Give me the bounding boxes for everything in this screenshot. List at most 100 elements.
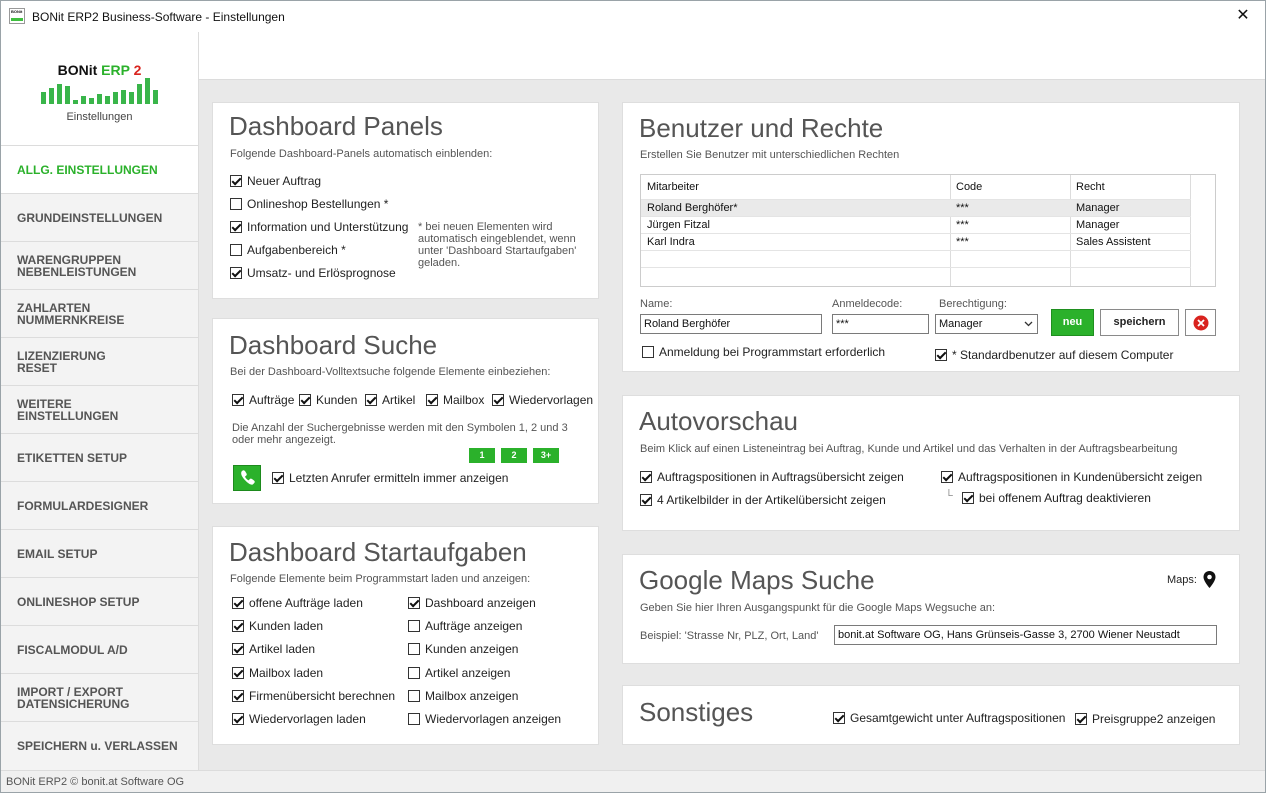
search-option-2-label: Artikel [382,393,416,407]
sidebar-item-1[interactable]: GRUNDEINSTELLUNGEN [1,193,198,241]
sidebar-item-0[interactable]: ALLG. EINSTELLUNGEN [1,145,198,193]
column-header[interactable]: Code [956,181,982,193]
panel-option-0[interactable]: Neuer Auftrag [230,174,321,188]
start-show-option-2[interactable]: Kunden anzeigen [408,642,518,656]
check-icon [230,244,242,256]
new-user-button[interactable]: neu [1051,309,1094,336]
start-load-option-0[interactable]: offene Aufträge laden [232,596,363,610]
sidebar-item-11[interactable]: IMPORT / EXPORT DATENSICHERUNG [1,673,198,721]
misc-option-1[interactable]: Preisgruppe2 anzeigen [1075,712,1215,726]
search-option-4[interactable]: Wiedervorlagen [492,393,593,407]
start-show-option-0[interactable]: Dashboard anzeigen [408,596,536,610]
panel-option-1[interactable]: Onlineshop Bestellungen * [230,197,388,211]
search-option-2[interactable]: Artikel [365,393,415,407]
column-header[interactable]: Recht [1076,181,1105,193]
login-required-checkbox[interactable]: Anmeldung bei Programmstart erforderlich [642,345,885,359]
sidebar-item-10[interactable]: FISCALMODUL A/D [1,625,198,673]
start-show-option-5[interactable]: Wiedervorlagen anzeigen [408,712,561,726]
start-show-option-4-label: Mailbox anzeigen [425,688,519,703]
role-select[interactable]: Manager [935,314,1038,334]
sidebar-item-7[interactable]: FORMULARDESIGNER [1,481,198,529]
close-icon[interactable]: ✕ [1221,1,1265,32]
search-option-0[interactable]: Aufträge [232,393,294,407]
logo-bar [145,78,150,104]
check-icon [230,267,242,279]
table-cell[interactable]: Sales Assistent [1076,236,1151,248]
search-option-1[interactable]: Kunden [299,393,357,407]
logo-bar [49,88,54,104]
map-pin-icon[interactable] [1203,571,1216,588]
check-icon [1075,713,1087,725]
sidebar-item-5[interactable]: WEITERE EINSTELLUNGEN [1,385,198,433]
table-cell[interactable]: Jürgen Fitzal [647,219,710,231]
logo-bar [137,84,142,104]
main-content: Dashboard Panels Folgende Dashboard-Pane… [199,80,1265,770]
grid-line [950,175,951,286]
start-show-option-3[interactable]: Artikel anzeigen [408,666,510,680]
start-load-option-2[interactable]: Artikel laden [232,642,315,656]
caller-checkbox[interactable]: Letzten Anrufer ermitteln immer anzeigen [272,471,508,485]
start-load-option-1[interactable]: Kunden laden [232,619,323,633]
preview-option-0[interactable]: Auftragspositionen in Auftragsübersicht … [640,470,904,484]
column-header[interactable]: Mitarbeiter [647,181,699,193]
table-cell[interactable]: Karl Indra [647,236,695,248]
preview-option-2[interactable]: Auftragspositionen in Kundenübersicht ze… [941,470,1202,484]
code-input[interactable]: *** [832,314,929,334]
sidebar-item-12[interactable]: SPEICHERN u. VERLASSEN [1,721,198,769]
save-user-button[interactable]: speichern [1100,309,1179,336]
name-input[interactable]: Roland Berghöfer [640,314,822,334]
login-required-label: Anmeldung bei Programmstart erforderlich [659,345,886,359]
start-load-option-1-label: Kunden laden [249,619,324,634]
chevron-down-icon [1024,321,1033,327]
table-cell[interactable]: *** [956,236,969,248]
panel-option-4[interactable]: Umsatz- und Erlösprognose [230,266,396,280]
search-option-3-label: Mailbox [443,393,485,407]
sidebar-item-9[interactable]: ONLINESHOP SETUP [1,577,198,625]
check-icon [492,394,504,406]
sidebar-item-8[interactable]: EMAIL SETUP [1,529,198,577]
sidebar-item-4[interactable]: LIZENZIERUNG RESET [1,337,198,385]
sidebar-item-3[interactable]: ZAHLARTEN NUMMERNKREISE [1,289,198,337]
panel-title: Google Maps Suche [639,565,875,595]
tree-connector: └ [945,490,953,502]
logo-erp: ERP [101,62,130,78]
table-cell[interactable]: Roland Berghöfer* [647,202,738,214]
start-show-option-4[interactable]: Mailbox anzeigen [408,689,518,703]
sidebar-item-6[interactable]: ETIKETTEN SETUP [1,433,198,481]
panel-title: Dashboard Panels [229,111,443,141]
logo-bar [97,94,102,104]
preview-option-3[interactable]: bei offenem Auftrag deaktivieren [962,491,1151,505]
logo-bar [121,90,126,104]
delete-user-button[interactable] [1185,309,1216,336]
misc-option-0[interactable]: Gesamtgewicht unter Auftragspositionen [833,711,1065,725]
start-load-option-4[interactable]: Firmenübersicht berechnen [232,689,395,703]
address-input[interactable]: bonit.at Software OG, Hans Grünseis-Gass… [834,625,1217,645]
sidebar-logo: BONit ERP 2 Einstellungen [1,32,198,145]
grid-line [641,233,1191,234]
table-cell[interactable]: *** [956,219,969,231]
start-show-option-1[interactable]: Aufträge anzeigen [408,619,522,633]
default-user-label: * Standardbenutzer auf diesem Computer [952,348,1174,362]
check-icon [408,620,420,633]
panel-option-1-label: Onlineshop Bestellungen * [247,197,389,211]
preview-option-1[interactable]: 4 Artikelbilder in der Artikelübersicht … [640,493,886,507]
table-cell[interactable]: Manager [1076,202,1119,214]
default-user-checkbox[interactable]: * Standardbenutzer auf diesem Computer [935,348,1173,362]
sidebar-item-2[interactable]: WARENGRUPPEN NEBENLEISTUNGEN [1,241,198,289]
start-load-option-5[interactable]: Wiedervorlagen laden [232,712,366,726]
title-bar: BONit BONit ERP2 Business-Software - Ein… [1,1,1265,32]
users-table[interactable]: Mitarbeiter Code Recht Roland Berghöfer* ***… [640,174,1216,287]
search-option-3[interactable]: Mailbox [426,393,484,407]
grid-line [641,267,1191,268]
check-icon [408,689,420,702]
table-cell[interactable]: *** [956,202,969,214]
check-icon [833,712,845,724]
panel-dashboard-suche: Dashboard Suche Bei der Dashboard-Vollte… [212,318,599,504]
name-label: Name: [640,298,673,310]
panel-option-2[interactable]: Information und Unterstützung [230,220,408,234]
sidebar: BONit ERP 2 Einstellungen ALLG. EINSTELL… [1,32,199,770]
start-load-option-3[interactable]: Mailbox laden [232,666,323,680]
phone-icon[interactable] [233,465,261,491]
panel-option-3[interactable]: Aufgabenbereich * [230,243,346,257]
table-cell[interactable]: Manager [1076,219,1119,231]
